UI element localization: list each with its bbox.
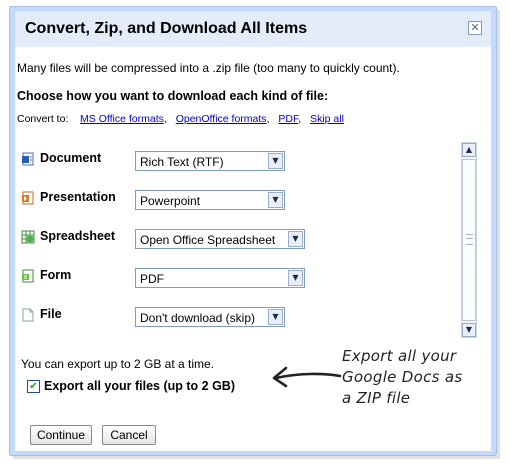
file-type-row-document: Document Rich Text (RTF) ▼ — [18, 148, 318, 172]
file-icon — [22, 308, 34, 322]
close-icon[interactable]: ✕ — [468, 21, 482, 35]
file-type-label: Form — [40, 268, 72, 282]
format-select-presentation[interactable]: Powerpoint ▼ — [135, 190, 285, 210]
selected-format: PDF — [140, 272, 164, 286]
selected-format: Rich Text (RTF) — [140, 155, 224, 169]
convert-link-openoffice[interactable]: OpenOffice formats — [176, 113, 267, 125]
chevron-down-icon[interactable]: ▼ — [288, 231, 303, 247]
annotation-line: Export all your — [342, 347, 457, 365]
form-icon — [22, 269, 34, 283]
file-type-label: Document — [40, 151, 102, 165]
file-type-label: Spreadsheet — [40, 229, 116, 243]
selected-format: Don't download (skip) — [140, 311, 256, 325]
scroll-up-icon[interactable]: ▲ — [462, 143, 476, 157]
chevron-down-icon[interactable]: ▼ — [268, 309, 283, 325]
format-select-document[interactable]: Rich Text (RTF) ▼ — [135, 151, 285, 171]
scroll-thumb[interactable] — [462, 159, 476, 321]
annotation-arrow-icon — [272, 366, 342, 388]
format-select-form[interactable]: PDF ▼ — [135, 268, 305, 288]
selected-format: Open Office Spreadsheet — [140, 233, 276, 247]
format-select-file[interactable]: Don't download (skip) ▼ — [135, 307, 285, 327]
convert-link-skip-all[interactable]: Skip all — [310, 113, 344, 125]
convert-to-label: Convert to: — [17, 113, 69, 125]
convert-link-pdf[interactable]: PDF — [278, 113, 298, 125]
export-all-checkbox[interactable]: ✔ — [27, 380, 40, 393]
chevron-down-icon[interactable]: ▼ — [288, 270, 303, 286]
cancel-button[interactable]: Cancel — [102, 425, 156, 445]
file-type-list: Document Rich Text (RTF) ▼ Presentation … — [18, 142, 477, 338]
annotation-line: a ZIP file — [342, 389, 411, 407]
dialog-title: Convert, Zip, and Download All Items — [25, 20, 308, 37]
convert-link-ms-office[interactable]: MS Office formats — [80, 113, 164, 125]
dialog-shadow-bottom — [13, 456, 500, 459]
scroll-grip-icon — [466, 234, 473, 245]
export-all-label: Export all your files (up to 2 GB) — [44, 379, 235, 393]
continue-button[interactable]: Continue — [30, 425, 92, 445]
annotation-line: Google Docs as — [342, 368, 463, 386]
convert-to-bar: Convert to: MS Office formats, OpenOffic… — [17, 113, 344, 125]
info-text: Many files will be compressed into a .zi… — [17, 61, 400, 75]
annotation-callout: Export all your Google Docs as a ZIP fil… — [342, 346, 492, 409]
spreadsheet-icon — [21, 230, 35, 244]
dialog-shadow-right — [497, 10, 500, 458]
file-type-label: Presentation — [40, 190, 116, 204]
presentation-icon — [22, 191, 34, 205]
choose-heading: Choose how you want to download each kin… — [17, 89, 329, 103]
dialog-titlebar: Convert, Zip, and Download All Items ✕ — [15, 11, 491, 47]
format-select-spreadsheet[interactable]: Open Office Spreadsheet ▼ — [135, 229, 305, 249]
chevron-down-icon[interactable]: ▼ — [268, 153, 283, 169]
chevron-down-icon[interactable]: ▼ — [268, 192, 283, 208]
file-type-row-form: Form PDF ▼ — [18, 265, 318, 289]
selected-format: Powerpoint — [140, 194, 201, 208]
export-limit-text: You can export up to 2 GB at a time. — [21, 357, 215, 371]
file-type-row-spreadsheet: Spreadsheet Open Office Spreadsheet ▼ — [18, 226, 318, 250]
file-type-label: File — [40, 307, 62, 321]
list-scrollbar[interactable]: ▲ ▼ — [461, 142, 477, 338]
file-type-row-file: File Don't download (skip) ▼ — [18, 304, 318, 328]
scroll-down-icon[interactable]: ▼ — [462, 323, 476, 337]
file-type-row-presentation: Presentation Powerpoint ▼ — [18, 187, 318, 211]
document-icon — [22, 152, 34, 166]
